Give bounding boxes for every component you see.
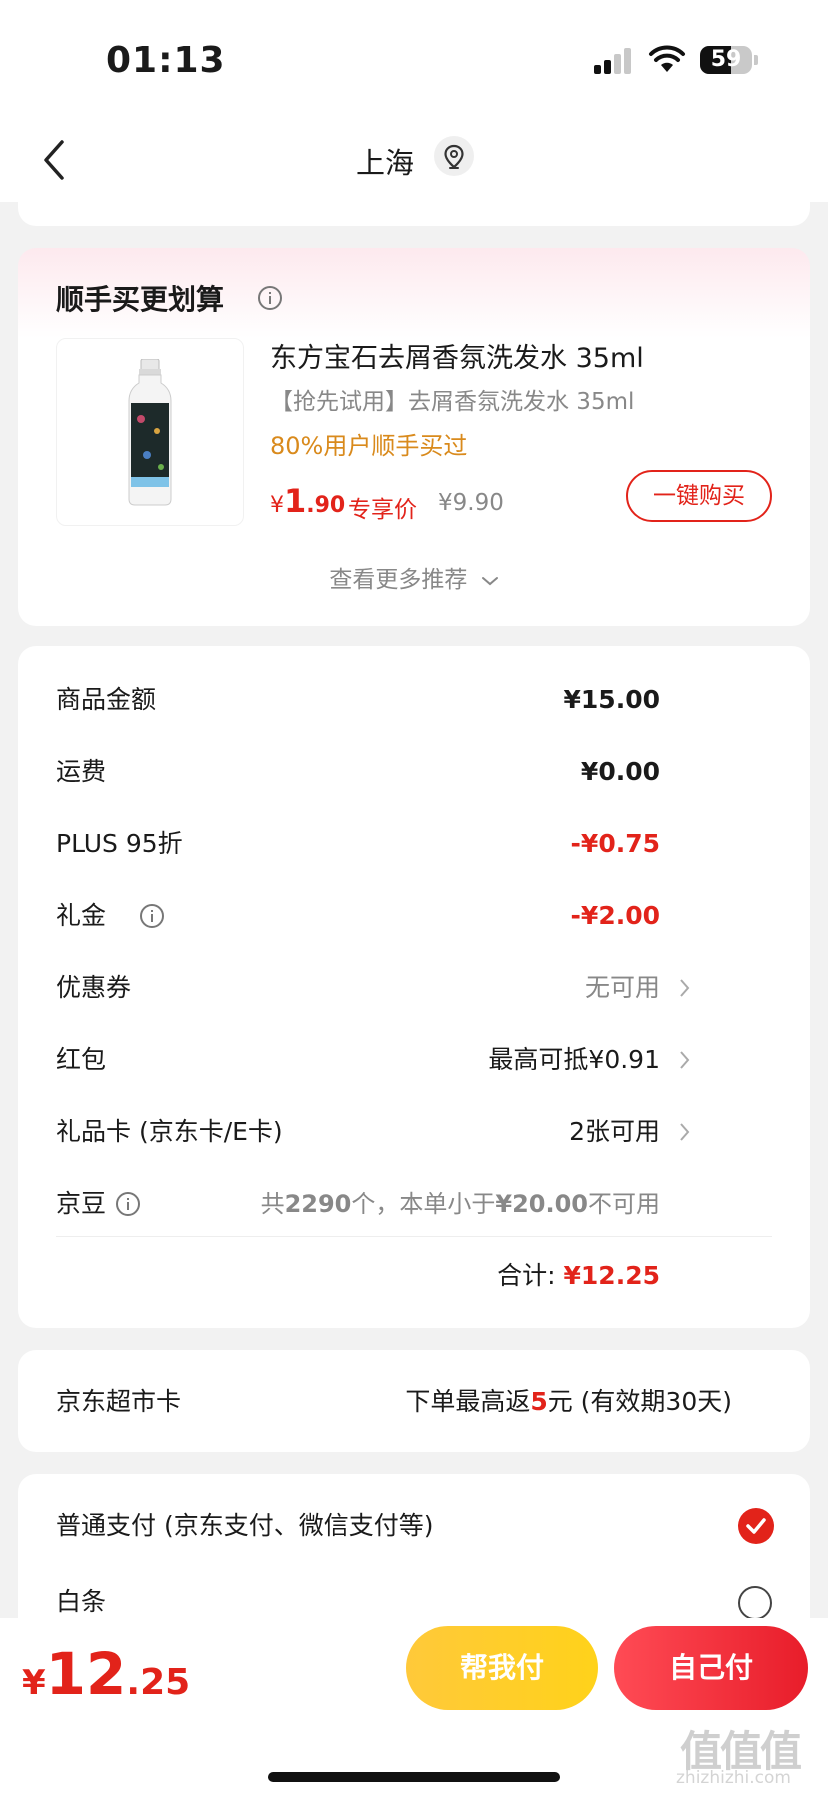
status-bar: 01:13 59 [0, 0, 828, 110]
payment-baitiao-radio[interactable] [738, 1586, 772, 1620]
wifi-icon [649, 45, 685, 72]
summary-value: 最高可抵¥0.91 [488, 1045, 660, 1074]
info-icon[interactable] [258, 286, 282, 310]
beans-amount: ¥20.00 [495, 1190, 588, 1218]
summary-row-goods: 商品金额 ¥15.00 [56, 680, 810, 720]
one-click-buy-button[interactable]: 一键购买 [626, 470, 772, 522]
location-button[interactable] [434, 136, 474, 176]
payment-normal-radio[interactable] [738, 1508, 774, 1544]
battery-tip [754, 55, 758, 65]
price-tag: 专享价 [348, 497, 417, 523]
market-card-row[interactable]: 京东超市卡 下单最高返5元 (有效期30天) [18, 1350, 810, 1452]
summary-label: PLUS 95折 [56, 829, 183, 858]
view-more-recommendations[interactable]: 查看更多推荐 [18, 560, 810, 594]
beans-status: 共2290个，本单小于¥20.00不可用 [261, 1184, 660, 1224]
divider [56, 1236, 772, 1237]
market-card-label: 京东超市卡 [56, 1387, 182, 1416]
price-decimal: .90 [306, 493, 346, 518]
watermark-url: zhizhizhi.com [676, 1768, 791, 1788]
market-card-pre: 下单最高返 [405, 1387, 531, 1416]
help-me-pay-button[interactable]: 帮我付 [406, 1626, 598, 1710]
summary-value: 2张可用 [569, 1117, 660, 1146]
summary-value: 无可用 [584, 973, 660, 1002]
bottom-bar: ¥12.25 帮我付 自己付 值值值 zhizhizhi.com [0, 1618, 828, 1796]
market-card-amount: 5 [530, 1387, 548, 1416]
bottom-total-price: ¥12.25 [22, 1640, 190, 1708]
summary-label: 优惠券 [56, 973, 132, 1002]
chevron-down-icon [481, 576, 498, 585]
home-indicator [268, 1772, 560, 1782]
original-price: ¥9.90 [438, 490, 504, 516]
back-icon[interactable] [40, 138, 70, 182]
total-value: ¥12.25 [563, 1261, 660, 1290]
check-icon [746, 1518, 766, 1534]
summary-row-coupon[interactable]: 优惠券 无可用 [56, 968, 810, 1008]
battery-icon: 59 [700, 46, 752, 74]
summary-value: -¥0.75 [570, 829, 660, 858]
summary-label: 运费 [56, 757, 107, 786]
previous-card-edge [18, 202, 810, 226]
beans-mid: 个，本单小于 [351, 1190, 496, 1218]
product-subtitle: 【抢先试用】去屑香氛洗发水 35ml [270, 389, 635, 415]
payment-option-baitiao[interactable]: 白条 [56, 1582, 106, 1622]
beans-post: 不可用 [588, 1190, 660, 1218]
chevron-right-icon [680, 1051, 690, 1069]
summary-row-red-packet[interactable]: 红包 最高可抵¥0.91 [56, 1040, 810, 1080]
info-icon[interactable] [140, 904, 164, 928]
beans-pre: 共 [260, 1190, 285, 1218]
view-more-label: 查看更多推荐 [329, 567, 468, 593]
price-integer: 1 [284, 482, 307, 520]
beans-count: 2290 [284, 1190, 352, 1218]
product-price: ¥1.90 [270, 482, 345, 520]
chevron-right-icon [680, 979, 690, 997]
nav-bar: 上海 [0, 110, 828, 202]
bottom-price-integer: 12 [45, 1640, 127, 1708]
status-time: 01:13 [106, 40, 226, 81]
order-total: 合计: ¥12.25 [497, 1256, 660, 1296]
summary-value: ¥15.00 [563, 685, 660, 714]
recommend-title: 顺手买更划算 [56, 283, 225, 316]
cellular-signal-icon [594, 46, 634, 74]
summary-label: 礼金 [56, 901, 107, 930]
price-symbol: ¥ [270, 493, 284, 518]
market-card-post: 元 (有效期30天) [547, 1387, 732, 1416]
summary-label: 红包 [56, 1045, 107, 1074]
product-image[interactable] [56, 338, 244, 526]
total-label: 合计: [497, 1261, 564, 1290]
city-label[interactable]: 上海 [356, 140, 414, 182]
location-pin-icon [444, 144, 464, 169]
info-icon[interactable] [116, 1192, 140, 1216]
summary-label: 京豆 [56, 1189, 107, 1218]
summary-row-gift-card[interactable]: 礼品卡 (京东卡/E卡) 2张可用 [56, 1112, 810, 1152]
summary-row-jd-beans: 京豆 共2290个，本单小于¥20.00不可用 [56, 1184, 810, 1224]
order-summary-card: 商品金额 ¥15.00 运费 ¥0.00 PLUS 95折 -¥0.75 礼金 … [18, 646, 810, 1328]
summary-value: ¥0.00 [580, 757, 660, 786]
battery-level: 59 [710, 47, 742, 72]
summary-row-gift-cash: 礼金 -¥2.00 [56, 896, 810, 936]
summary-label: 商品金额 [56, 685, 157, 714]
product-social-proof: 80%用户顺手买过 [270, 432, 468, 460]
pay-myself-button[interactable]: 自己付 [614, 1626, 808, 1710]
summary-row-shipping: 运费 ¥0.00 [56, 752, 810, 792]
market-card-value: 下单最高返5元 (有效期30天) [405, 1382, 732, 1422]
bottom-price-symbol: ¥ [22, 1663, 46, 1703]
payment-option-normal[interactable]: 普通支付 (京东支付、微信支付等) [56, 1506, 433, 1546]
chevron-right-icon [680, 1123, 690, 1141]
recommend-card: 顺手买更划算 东方宝石去屑香氛洗发水 35ml 【抢先试用】去屑香氛洗发水 35… [18, 248, 810, 626]
summary-label: 礼品卡 (京东卡/E卡) [56, 1117, 283, 1146]
summary-row-plus-discount: PLUS 95折 -¥0.75 [56, 824, 810, 864]
shampoo-bottle-icon [128, 359, 172, 506]
product-name[interactable]: 东方宝石去屑香氛洗发水 35ml [270, 336, 644, 375]
bottom-price-decimal: .25 [126, 1662, 191, 1703]
summary-value: -¥2.00 [570, 901, 660, 930]
